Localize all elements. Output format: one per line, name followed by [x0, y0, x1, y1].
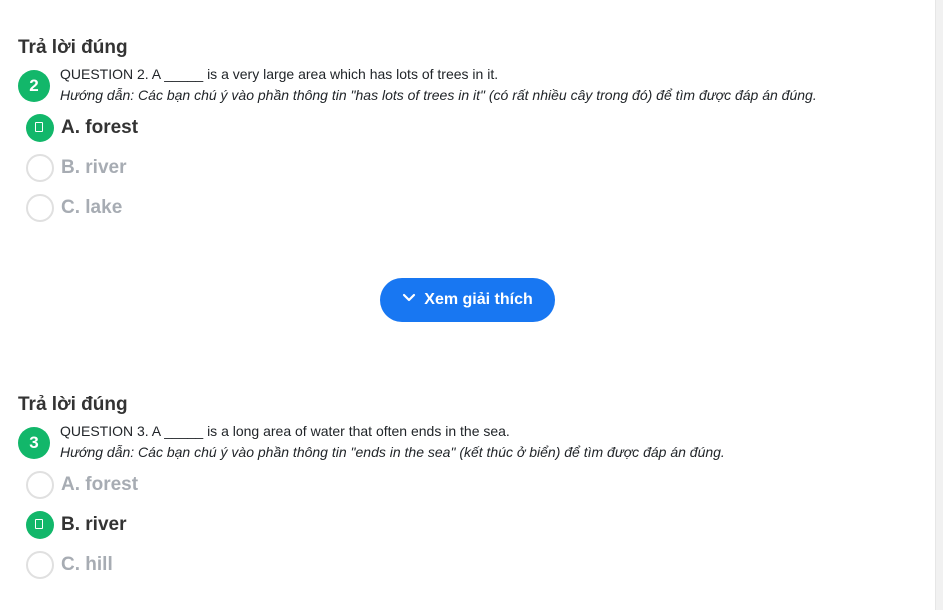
option-a[interactable]: A. forest: [26, 110, 918, 150]
question-hint: Hướng dẫn: Các bạn chú ý vào phần thông …: [60, 87, 817, 103]
radio-icon[interactable]: [26, 551, 54, 579]
scrollbar-track[interactable]: [935, 0, 943, 610]
option-label: A. forest: [61, 117, 139, 138]
option-b[interactable]: B. river: [26, 150, 918, 190]
option-c[interactable]: C. lake: [26, 190, 918, 230]
checked-radio-icon[interactable]: [26, 511, 54, 539]
quiz-page: Trả lời đúng 2 QUESTION 2. A _____ is a …: [0, 0, 943, 610]
question-hint: Hướng dẫn: Các bạn chú ý vào phần thông …: [60, 444, 725, 460]
question-number-badge: 3: [18, 427, 50, 459]
question-text: QUESTION 2. A _____ is a very large area…: [60, 66, 499, 82]
radio-icon[interactable]: [26, 471, 54, 499]
show-explanation-label: Xem giải thích: [424, 290, 533, 308]
radio-icon[interactable]: [26, 154, 54, 182]
options-list: A. forest B. river C. lake: [18, 110, 918, 230]
option-label: A. forest: [61, 474, 139, 495]
checked-radio-icon[interactable]: [26, 114, 54, 142]
answer-status: Trả lời đúng: [18, 394, 128, 415]
option-label: B. river: [61, 157, 127, 178]
question-row: 2 QUESTION 2. A _____ is a very large ar…: [18, 66, 918, 110]
option-label: C. hill: [61, 554, 113, 575]
question-row: 3 QUESTION 3. A _____ is a long area of …: [18, 423, 918, 467]
option-b[interactable]: B. river: [26, 507, 918, 547]
option-label: C. lake: [61, 197, 123, 218]
options-list: A. forest B. river C. hill: [18, 467, 918, 587]
radio-icon[interactable]: [26, 194, 54, 222]
question-number-badge: 2: [18, 70, 50, 102]
option-c[interactable]: C. hill: [26, 547, 918, 587]
answer-status: Trả lời đúng: [18, 37, 128, 58]
show-explanation-button[interactable]: Xem giải thích: [380, 278, 555, 322]
option-a[interactable]: A. forest: [26, 467, 918, 507]
question-text: QUESTION 3. A _____ is a long area of wa…: [60, 423, 510, 439]
question-block: Trả lời đúng 2 QUESTION 2. A _____ is a …: [18, 36, 918, 230]
option-label: B. river: [61, 514, 127, 535]
chevron-down-icon: [403, 294, 416, 302]
question-block: Trả lời đúng 3 QUESTION 3. A _____ is a …: [18, 393, 918, 587]
